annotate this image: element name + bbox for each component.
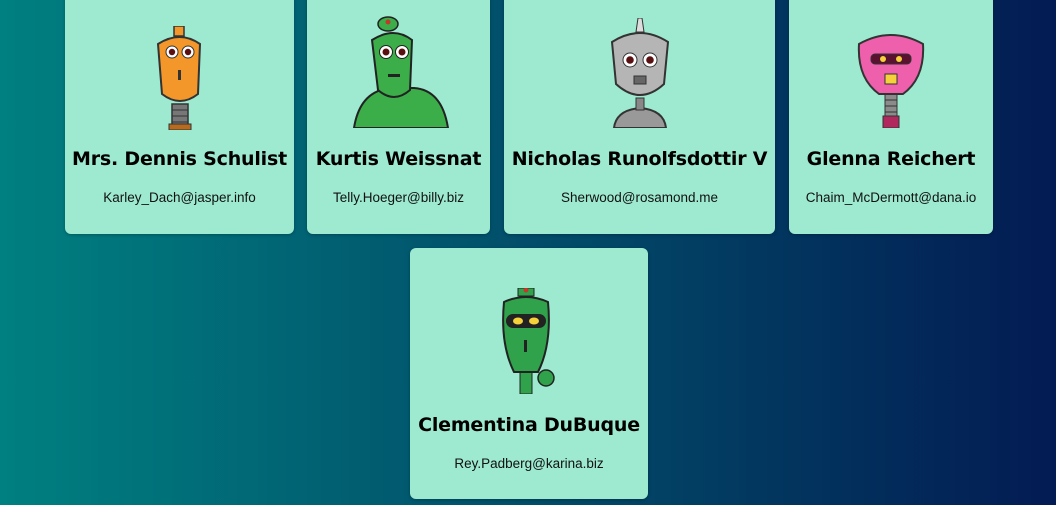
robot-name: Mrs. Dennis Schulist [72,148,287,170]
robot-email: Telly.Hoeger@billy.biz [333,190,464,205]
robot-email: Rey.Padberg@karina.biz [454,456,604,471]
robot-card[interactable]: Nicholas Runolfsdottir V Sherwood@rosamo… [504,0,775,234]
pink-robot-icon [857,34,925,128]
robot-gallery-page: { "robots": [ { "name": "Mrs. Dennis Sch… [0,0,1056,505]
green-robot-visor-icon [502,288,555,394]
green-robot-icon [352,16,449,128]
robot-card[interactable]: Mrs. Dennis Schulist Karley_Dach@jasper.… [65,0,294,234]
robot-name: Glenna Reichert [806,148,976,170]
robot-card[interactable]: Kurtis Weissnat Telly.Hoeger@billy.biz [307,0,490,234]
robot-name: Kurtis Weissnat [315,148,482,170]
robot-email: Chaim_McDermott@dana.io [805,190,977,205]
silver-robot-icon [610,18,669,128]
robot-email: Karley_Dach@jasper.info [103,190,256,205]
robot-name: Nicholas Runolfsdottir V [511,148,768,170]
robot-card[interactable]: Clementina DuBuque Rey.Padberg@karina.bi… [410,248,648,499]
orange-robot-icon [156,26,201,130]
robot-email: Sherwood@rosamond.me [560,190,719,205]
robot-card[interactable]: Glenna Reichert Chaim_McDermott@dana.io [789,0,993,234]
robot-name: Clementina DuBuque [418,414,640,436]
